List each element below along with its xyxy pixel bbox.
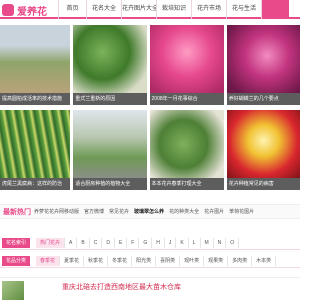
- category-item[interactable]: J: [165, 238, 177, 248]
- hot-link[interactable]: 常见花卉: [109, 208, 129, 215]
- category-label: 花品分类: [2, 256, 30, 266]
- category-items: 热门花卉 A B C D E F G H J K L M N O: [36, 238, 240, 248]
- nav-cultivation[interactable]: 栽培知识: [156, 0, 191, 19]
- category-item[interactable]: 冬季花: [108, 256, 133, 266]
- category-item[interactable]: H: [152, 238, 165, 248]
- photo-tile[interactable]: 2008年一月花事综合: [149, 25, 224, 105]
- category-item[interactable]: 阳光类: [132, 256, 157, 266]
- hot-link[interactable]: 苯荷花图片: [229, 208, 254, 215]
- article-thumbnail: [2, 281, 24, 300]
- category-item[interactable]: 观果类: [204, 256, 229, 266]
- photo-caption: 2008年一月花事综合: [149, 93, 224, 105]
- nav-active-tab[interactable]: [261, 0, 289, 19]
- category-item[interactable]: 夏季花: [60, 256, 85, 266]
- category-item[interactable]: D: [102, 238, 115, 248]
- hot-link[interactable]: 官方微博: [84, 208, 104, 215]
- category-item[interactable]: 春季花: [36, 256, 61, 266]
- category-item[interactable]: E: [115, 238, 128, 248]
- photo-tile[interactable]: 本本花卉春季打理大全: [149, 110, 224, 190]
- hot-link[interactable]: 花卉图片: [204, 208, 224, 215]
- hot-link[interactable]: 玻璃翠怎么养: [134, 208, 164, 215]
- category-item[interactable]: 热门花卉: [36, 238, 66, 248]
- photo-tile[interactable]: 花卉种植常见的病害: [226, 110, 301, 190]
- category-item[interactable]: M: [201, 238, 214, 248]
- category-item[interactable]: L: [189, 238, 201, 248]
- category-item[interactable]: 多肉类: [228, 256, 253, 266]
- category-item[interactable]: F: [127, 238, 140, 248]
- photo-caption: 适合厨房种植的植物大全: [73, 178, 147, 190]
- shrub-photo: [149, 110, 224, 178]
- nav-home[interactable]: 首页: [58, 0, 86, 19]
- featured-article[interactable]: 重庆北碚去打造西南地区最大苗木仓库: [0, 277, 300, 300]
- nav-flower-names[interactable]: 花名大全: [86, 0, 121, 19]
- category-item[interactable]: G: [139, 238, 153, 248]
- site-logo[interactable]: 爱养花: [2, 3, 47, 18]
- category-item[interactable]: 秋季花: [84, 256, 109, 266]
- balcony-garden-photo: [73, 110, 147, 178]
- nav-flower-market[interactable]: 花卉市场: [191, 0, 226, 19]
- hot-topics-bar: 最新热门 养萝花花卉网移动版 官方微博 常见花卉 玻璃翠怎么养 花的种类大全 花…: [0, 204, 300, 219]
- category-item[interactable]: 喜阴类: [156, 256, 181, 266]
- hot-link[interactable]: 养萝花花卉网移动版: [34, 208, 79, 215]
- category-item[interactable]: N: [214, 238, 227, 248]
- orchid-leaves-photo: [73, 25, 147, 93]
- photo-tile[interactable]: 重式兰重新的原因: [73, 25, 147, 105]
- flower-name-index-row: 花名索引 热门花卉 A B C D E F G H J K L M N O: [0, 236, 300, 250]
- photo-caption: 提高圆柏成活率的技术措施: [0, 93, 71, 105]
- orchid-photo: [226, 25, 301, 93]
- main-nav: 首页 花名大全 花卉图片大全 栽培知识 花卉市场 花与生活: [58, 0, 289, 19]
- category-item[interactable]: C: [90, 238, 103, 248]
- nursery-photo: [0, 25, 71, 93]
- photo-tile[interactable]: 适合厨房种植的植物大全: [73, 110, 147, 190]
- category-item[interactable]: K: [176, 238, 189, 248]
- photo-caption: 花卉种植常见的病害: [226, 178, 301, 190]
- photo-grid-row-2: 虎尾兰黑腐病：这样的防治 适合厨房种植的植物大全 本本花卉春季打理大全 花卉种植…: [0, 110, 301, 190]
- hot-topics-title: 最新热门: [3, 209, 31, 216]
- flower-logo-icon: [2, 4, 14, 16]
- category-label: 花名索引: [2, 238, 30, 248]
- hot-link[interactable]: 花的种类大全: [169, 208, 199, 215]
- festive-planter-photo: [226, 110, 301, 178]
- pink-flowers-photo: [149, 25, 224, 93]
- photo-caption: 养好蝴蝶兰的几个要点: [226, 93, 301, 105]
- site-name: 爱养花: [17, 6, 47, 18]
- category-item[interactable]: 木本类: [252, 256, 277, 266]
- photo-tile[interactable]: 提高圆柏成活率的技术措施: [0, 25, 71, 105]
- snake-plant-photo: [0, 110, 71, 178]
- nav-flowers-and-life[interactable]: 花与生活: [226, 0, 261, 19]
- category-item[interactable]: B: [77, 238, 90, 248]
- category-item[interactable]: A: [65, 238, 78, 248]
- photo-caption: 重式兰重新的原因: [73, 93, 147, 105]
- flower-category-row: 花品分类 春季花 夏季花 秋季花 冬季花 阳光类 喜阴类 观叶类 观果类 多肉类…: [0, 254, 300, 268]
- category-item[interactable]: 观叶类: [180, 256, 205, 266]
- photo-caption: 本本花卉春季打理大全: [149, 178, 224, 190]
- hot-links: 养萝花花卉网移动版 官方微博 常见花卉 玻璃翠怎么养 花的种类大全 花卉图片 苯…: [34, 208, 259, 215]
- category-items: 春季花 夏季花 秋季花 冬季花 阳光类 喜阴类 观叶类 观果类 多肉类 木本类: [36, 256, 277, 266]
- category-item[interactable]: O: [226, 238, 240, 248]
- photo-tile[interactable]: 虎尾兰黑腐病：这样的防治: [0, 110, 71, 190]
- photo-grid-row-1: 提高圆柏成活率的技术措施 重式兰重新的原因 2008年一月花事综合 养好蝴蝶兰的…: [0, 25, 301, 105]
- photo-caption: 虎尾兰黑腐病：这样的防治: [0, 178, 71, 190]
- photo-tile[interactable]: 养好蝴蝶兰的几个要点: [226, 25, 301, 105]
- top-navigation-bar: 爱养花 首页 花名大全 花卉图片大全 栽培知识 花卉市场 花与生活: [0, 0, 300, 19]
- article-title[interactable]: 重庆北碚去打造西南地区最大苗木仓库: [62, 282, 181, 292]
- nav-flower-pictures[interactable]: 花卉图片大全: [121, 0, 156, 19]
